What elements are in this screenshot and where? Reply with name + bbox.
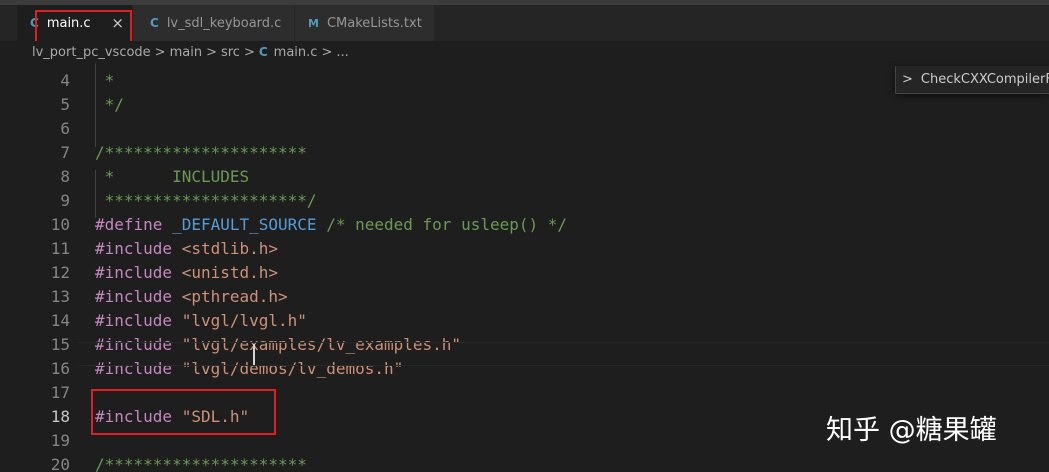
code-line[interactable]: 12 #include <unistd.h> <box>0 261 1049 285</box>
line-number: 7 <box>60 143 70 162</box>
code-token: #include <box>95 311 182 330</box>
code-token: <unistd.h> <box>181 263 279 282</box>
code-token: <stdlib.h> <box>181 239 279 258</box>
code-token: #define <box>95 215 173 234</box>
current-line-highlight <box>78 342 1049 366</box>
watermark: 知乎 @糖果罐 <box>826 415 997 446</box>
c-file-icon: C <box>258 45 268 59</box>
code-text: /********************* <box>95 141 307 165</box>
code-text: /********************* <box>95 453 307 472</box>
breadcrumb-separator: > <box>243 44 255 60</box>
code-line[interactable]: 20 /********************* <box>0 453 1049 472</box>
code-token: /********************* <box>95 455 307 472</box>
code-token: #include <box>95 287 182 306</box>
code-line[interactable]: 5 */ <box>0 93 1049 117</box>
line-number: 18 <box>50 407 70 426</box>
code-token: _DEFAULT_SOURCE <box>172 215 317 234</box>
editor-tab-bar: C main.c × C lv_sdl_keyboard.c M CMakeLi… <box>0 5 1049 41</box>
line-number: 16 <box>50 359 70 378</box>
code-token: #include <box>95 263 182 282</box>
sticky-scroll-panel[interactable]: > CheckCXXCompilerFlag <box>895 66 1049 94</box>
code-line[interactable]: 10 #define _DEFAULT_SOURCE /* needed for … <box>0 213 1049 237</box>
line-number: 14 <box>50 311 70 330</box>
code-text: */ <box>95 93 124 117</box>
code-line[interactable]: 6 <box>0 117 1049 141</box>
code-line[interactable]: 11 #include <stdlib.h> <box>0 237 1049 261</box>
line-number: 20 <box>50 455 70 472</box>
breadcrumb-item-main[interactable]: main <box>170 45 202 60</box>
code-line[interactable]: 7 /********************* <box>0 141 1049 165</box>
breadcrumb-separator: > <box>154 44 166 60</box>
line-number: 6 <box>60 119 70 138</box>
code-line[interactable]: 4 * <box>0 69 1049 93</box>
indent-guide <box>95 170 96 218</box>
tab-label: CMakeLists.txt <box>326 15 422 31</box>
breadcrumb-item-symbol[interactable]: ... <box>336 45 348 60</box>
line-number: 13 <box>50 287 70 306</box>
indent-guide <box>95 63 96 147</box>
c-file-icon: C <box>150 16 159 30</box>
line-number: 5 <box>60 95 70 114</box>
sticky-scroll-label: CheckCXXCompilerFlag <box>920 72 1049 87</box>
code-token: /********************* <box>95 143 307 162</box>
line-number: 15 <box>50 335 70 354</box>
line-number: 8 <box>60 167 70 186</box>
breadcrumb-item-src[interactable]: src <box>221 45 240 60</box>
text-cursor <box>253 344 255 365</box>
code-line[interactable]: 13 #include <pthread.h> <box>0 285 1049 309</box>
highlight-box-sdl-include <box>91 389 276 435</box>
code-text: #define _DEFAULT_SOURCE /* needed for us… <box>95 213 567 237</box>
code-text: #include <pthread.h> <box>95 285 288 309</box>
line-number: 19 <box>50 431 70 450</box>
line-number: 4 <box>60 71 70 90</box>
code-text: #include <stdlib.h> <box>95 237 278 261</box>
breadcrumb-separator: > <box>321 44 333 60</box>
code-line[interactable]: 8 * INCLUDES <box>0 165 1049 189</box>
line-number: 11 <box>50 239 70 258</box>
tab-label: lv_sdl_keyboard.c <box>166 15 282 31</box>
code-line[interactable]: 14 #include "lvgl/lvgl.h" <box>0 309 1049 333</box>
cmake-file-icon: M <box>308 16 319 30</box>
code-token: */ <box>95 95 124 114</box>
code-text: *********************/ <box>95 189 317 213</box>
breadcrumb-item-workspace[interactable]: lv_port_pc_vscode <box>32 45 151 60</box>
tab-lv-sdl-keyboard-c[interactable]: C lv_sdl_keyboard.c <box>133 5 295 41</box>
line-number: 12 <box>50 263 70 282</box>
code-line[interactable]: 9 *********************/ <box>0 189 1049 213</box>
code-text: * INCLUDES <box>95 165 250 189</box>
breadcrumb: lv_port_pc_vscode > main > src > C main.… <box>0 41 1049 63</box>
code-token: /* needed for usleep() */ <box>326 215 568 234</box>
code-text: #include "lvgl/lvgl.h" <box>95 309 307 333</box>
code-token: <pthread.h> <box>181 287 288 306</box>
tab-cmakelists-txt[interactable]: M CMakeLists.txt <box>295 5 435 41</box>
code-token: #include <box>95 239 182 258</box>
code-token: * INCLUDES <box>95 167 250 186</box>
code-text: * <box>95 69 115 93</box>
breadcrumb-separator: > <box>206 44 217 60</box>
line-number: 10 <box>50 215 70 234</box>
code-token: *********************/ <box>95 191 317 210</box>
breadcrumb-item-file[interactable]: main.c <box>274 45 318 60</box>
line-number: 9 <box>60 191 70 210</box>
highlight-box-tab <box>35 10 132 45</box>
code-token: "lvgl/lvgl.h" <box>181 311 307 330</box>
chevron-right-icon[interactable]: > <box>902 72 913 87</box>
code-text: #include <unistd.h> <box>95 261 278 285</box>
line-number: 17 <box>50 383 70 402</box>
code-token: * <box>95 71 115 90</box>
